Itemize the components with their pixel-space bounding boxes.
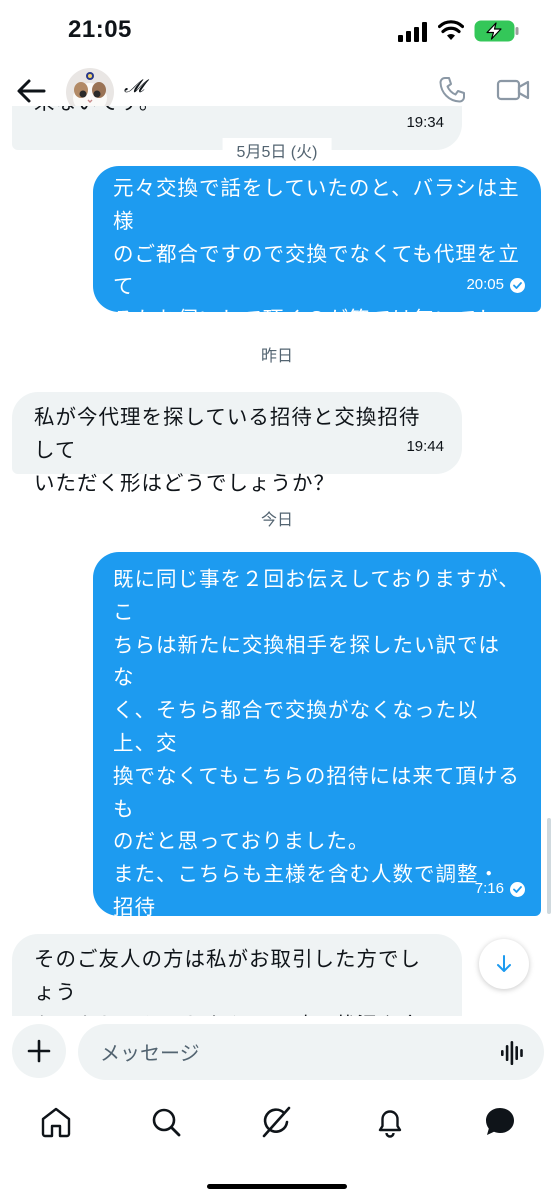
wifi-icon [438, 20, 464, 40]
phone-icon[interactable] [436, 74, 468, 106]
date-separator: 5月5日 (火) [222, 138, 332, 162]
voice-wave-icon[interactable] [500, 1040, 526, 1066]
notifications-bell-icon[interactable] [372, 1104, 408, 1140]
message-composer [0, 1016, 554, 1088]
message-time: 19:44 [406, 438, 444, 456]
date-separator: 昨日 [246, 342, 308, 366]
home-indicator [207, 1184, 347, 1189]
back-arrow-icon[interactable] [14, 74, 48, 108]
status-time: 21:05 [68, 16, 132, 43]
video-icon[interactable] [496, 76, 530, 104]
arrow-down-icon [497, 955, 511, 972]
message-bubble-incoming[interactable]: そのご友人の方は私がお取引した方でしょう か？もしそうでしたらその時の状況や会話… [12, 934, 462, 1016]
read-receipt-icon [510, 882, 525, 898]
scroll-to-bottom-button[interactable] [479, 939, 529, 989]
message-time: 19:34 [406, 114, 444, 132]
grok-icon[interactable] [258, 1104, 294, 1140]
scrollbar[interactable] [547, 818, 551, 914]
message-bubble-outgoing[interactable]: 既に同じ事を２回お伝えしておりますが、こ ちらは新たに交換相手を探したい訳ではな… [93, 552, 541, 1016]
message-time: 7:16 [474, 880, 504, 898]
bottom-navigation [0, 1090, 554, 1160]
read-receipt-icon [510, 278, 525, 294]
home-icon[interactable] [38, 1104, 74, 1140]
search-icon[interactable] [148, 1104, 184, 1140]
message-bubble-outgoing[interactable]: 元々交換で話をしていたのと、バラシは主様 のご都合ですので交換でなくても代理を立… [93, 166, 541, 397]
cellular-signal-icon [398, 22, 427, 42]
message-bubble-incoming[interactable]: 私が今代理を探している招待と交換招待して いただく形はどうでしょうか？ 19:4… [12, 392, 462, 495]
add-attachment-button[interactable] [12, 1024, 66, 1078]
message-input-container[interactable] [78, 1024, 544, 1082]
status-bar: 21:05 [0, 0, 554, 60]
messages-icon[interactable] [482, 1104, 518, 1140]
contact-name[interactable]: 𝓜 [124, 76, 144, 97]
battery-charging-icon [474, 20, 519, 42]
message-time: 20:05 [466, 276, 504, 294]
message-thread[interactable]: 来ないです。 19:34 5月5日 (火) 元々交換で話をしていたのと、バラシは… [0, 106, 554, 1016]
plus-icon [27, 1039, 51, 1063]
message-input[interactable] [98, 1024, 482, 1082]
date-separator: 今日 [246, 506, 308, 530]
